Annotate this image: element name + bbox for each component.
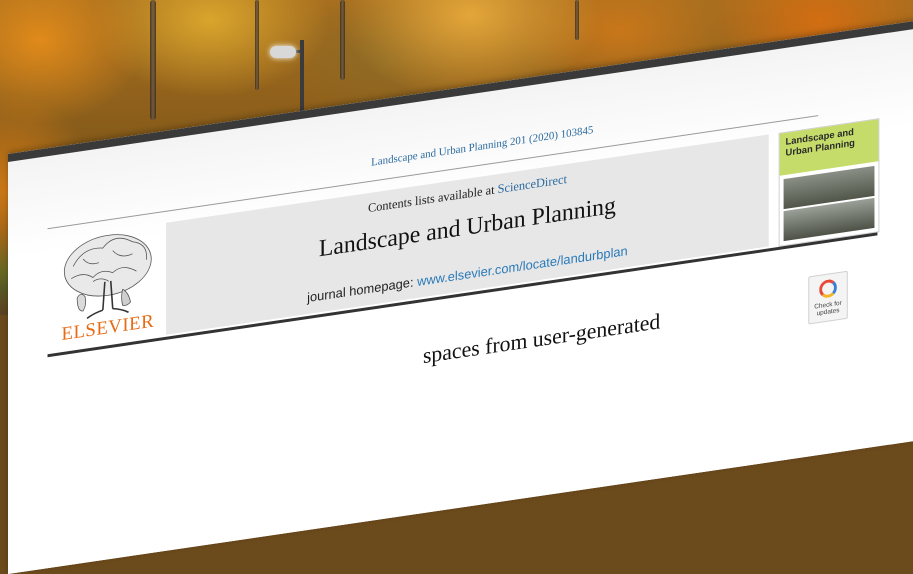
journal-cover-thumbnail[interactable]: Landscape and Urban Planning (778, 118, 880, 247)
elsevier-tree-icon (63, 234, 152, 320)
tree-trunk (255, 0, 259, 90)
street-lamp-head (270, 46, 296, 58)
tree-trunk (575, 0, 579, 40)
crossmark-icon (819, 278, 837, 299)
check-for-updates-label: Check for updates (814, 299, 842, 318)
tree-trunk (150, 0, 156, 120)
check-for-updates-badge[interactable]: Check for updates (808, 270, 848, 325)
tree-trunk (340, 0, 345, 80)
